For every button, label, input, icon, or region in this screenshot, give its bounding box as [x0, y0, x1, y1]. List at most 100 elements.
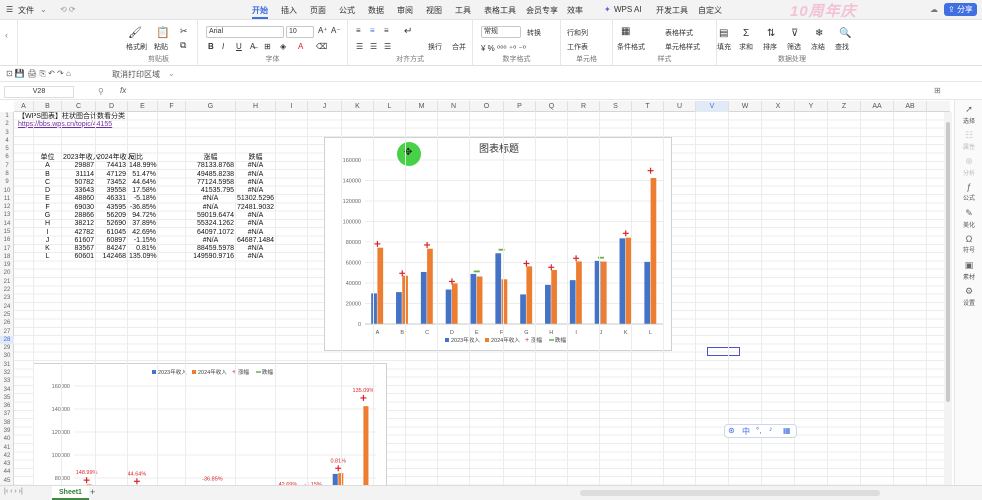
bold-button[interactable]: B [208, 42, 214, 51]
sum-icon[interactable]: Σ [743, 28, 749, 39]
column-header-G[interactable]: G [186, 101, 236, 112]
column-header-P[interactable]: P [504, 101, 536, 112]
column-header-U[interactable]: U [664, 101, 696, 112]
chart-2[interactable]: 2023年收入2024年收入+涨幅跌幅800001000001200001400… [33, 363, 387, 485]
table-cell[interactable]: 88459.5978 [187, 245, 234, 253]
wrap-icon[interactable]: ↵ [404, 26, 412, 37]
align-center-icon[interactable]: ☰ [370, 42, 377, 51]
chevron-down-icon[interactable]: ⌄ [40, 5, 47, 14]
table-cell[interactable]: 73452 [97, 179, 126, 187]
row-header-25[interactable]: 25 [0, 311, 14, 319]
tab-developer[interactable]: 开发工具 [656, 5, 688, 16]
sheet-grid[interactable]: 单位 2023年收入 2024年收入 同比 涨幅 跌幅 A 29887 74413 148.99%… [14, 112, 950, 485]
table-cell[interactable]: 48860 [63, 195, 94, 203]
table-cell[interactable]: #N/A [237, 245, 274, 253]
tab-custom[interactable]: 自定义 [698, 5, 722, 16]
row-header-13[interactable]: 13 [0, 211, 14, 219]
column-header-Y[interactable]: Y [795, 101, 828, 112]
table-cell[interactable]: J [35, 237, 60, 245]
table-cell[interactable]: H [35, 220, 60, 228]
table-cell[interactable]: 148.99% [129, 162, 157, 170]
column-header-T[interactable]: T [632, 101, 664, 112]
tab-view[interactable]: 视图 [426, 5, 442, 16]
strikethrough-icon[interactable]: A̶ [250, 42, 255, 51]
ime-chinese[interactable]: 中 [742, 426, 750, 437]
format-painter-icon[interactable]: 🖌 [128, 26, 142, 39]
row-header-42[interactable]: 42 [0, 452, 14, 460]
column-header-AB[interactable]: AB [894, 101, 927, 112]
freeze-icon[interactable]: ❄ [815, 28, 823, 39]
table-cell[interactable]: 17.58% [129, 187, 156, 195]
table-cell[interactable]: 31114 [63, 171, 94, 179]
fx-button[interactable]: fx [120, 86, 126, 95]
column-header-E[interactable]: E [128, 101, 158, 112]
header-cell[interactable]: 跌幅 [237, 154, 274, 162]
italic-button[interactable]: I [222, 42, 224, 51]
find-icon[interactable]: 🔍 [839, 28, 851, 39]
row-header-18[interactable]: 18 [0, 253, 14, 261]
panel-analysis[interactable]: ⊕ 分析 [955, 156, 982, 177]
table-cell[interactable]: #N/A [187, 195, 234, 203]
column-header-O[interactable]: O [470, 101, 504, 112]
row-header-38[interactable]: 38 [0, 419, 14, 427]
underline-button[interactable]: U [236, 42, 242, 51]
toolbar-icons[interactable]: ⊡ 💾 🖨 ⎘ ↶ ↷ ⌂ [6, 69, 71, 79]
column-header-Q[interactable]: Q [536, 101, 568, 112]
wrap-button[interactable]: 换行 [428, 42, 442, 52]
undo-redo-icons[interactable]: ⟲ ⟳ [60, 5, 76, 14]
hamburger-icon[interactable]: ☰ [6, 5, 13, 14]
align-middle-icon[interactable]: ≡ [370, 26, 375, 35]
table-cell[interactable]: 47129 [97, 171, 126, 179]
table-cell[interactable]: 142468 [97, 253, 126, 261]
column-header-N[interactable]: N [438, 101, 470, 112]
table-cell[interactable]: #N/A [237, 187, 274, 195]
border-icon[interactable]: ⊞ [264, 42, 271, 51]
sum-button[interactable]: 求和 [739, 42, 753, 52]
table-cell[interactable]: B [35, 171, 60, 179]
tab-insert[interactable]: 插入 [281, 5, 297, 16]
table-cell[interactable]: -36.85% [129, 204, 156, 212]
row-header-17[interactable]: 17 [0, 245, 14, 253]
file-menu[interactable]: 文件 [18, 5, 34, 16]
cond-format-button[interactable]: 条件格式 [617, 42, 645, 52]
table-cell[interactable]: 60897 [97, 237, 126, 245]
align-top-icon[interactable]: ≡ [356, 26, 361, 35]
column-header-W[interactable]: W [729, 101, 762, 112]
column-header-B[interactable]: B [34, 101, 62, 112]
fill-button[interactable]: 填充 [717, 42, 731, 52]
cut-icon[interactable]: ✂ [180, 26, 188, 37]
fill-icon[interactable]: ▤ [719, 28, 728, 39]
table-cell[interactable]: 60601 [63, 253, 94, 261]
table-cell[interactable]: #N/A [237, 220, 274, 228]
paste-icon[interactable]: 📋 [156, 26, 170, 39]
table-cell[interactable]: 42.69% [129, 229, 156, 237]
ribbon-expand[interactable]: ‹ [0, 20, 18, 66]
tab-data[interactable]: 数据 [368, 5, 384, 16]
merge-button[interactable]: 合并 [452, 42, 466, 52]
table-cell[interactable]: 83567 [63, 245, 94, 253]
font-shrink-icon[interactable]: A⁻ [331, 26, 341, 35]
column-header-S[interactable]: S [600, 101, 632, 112]
table-cell[interactable]: 94.72% [129, 212, 156, 220]
column-header-K[interactable]: K [342, 101, 374, 112]
row-header-8[interactable]: 8 [0, 170, 14, 178]
table-cell[interactable]: 50782 [63, 179, 94, 187]
cloud-icon[interactable]: ☁ [930, 5, 938, 14]
row-header-1[interactable]: 1 [0, 112, 14, 120]
scroll-thumb[interactable] [946, 122, 950, 402]
table-cell[interactable]: 46331 [97, 195, 126, 203]
table-cell[interactable]: 135.09% [129, 253, 157, 261]
align-left-icon[interactable]: ☰ [356, 42, 363, 51]
rows-cols-button[interactable]: 行和列 [567, 28, 588, 38]
font-color-button[interactable]: A [298, 42, 303, 51]
selected-cell[interactable] [707, 347, 740, 356]
vertical-scrollbar[interactable] [944, 112, 952, 485]
row-header-44[interactable]: 44 [0, 468, 14, 476]
table-cell[interactable]: 44.64% [129, 179, 156, 187]
table-cell[interactable]: 38212 [63, 220, 94, 228]
row-header-24[interactable]: 24 [0, 303, 14, 311]
header-cell[interactable]: 2023年收入 [63, 154, 100, 162]
cell-style-button[interactable]: 单元格样式 [665, 42, 700, 52]
panel-material[interactable]: ▣ 素材 [955, 260, 982, 281]
table-cell[interactable]: #N/A [237, 253, 274, 261]
